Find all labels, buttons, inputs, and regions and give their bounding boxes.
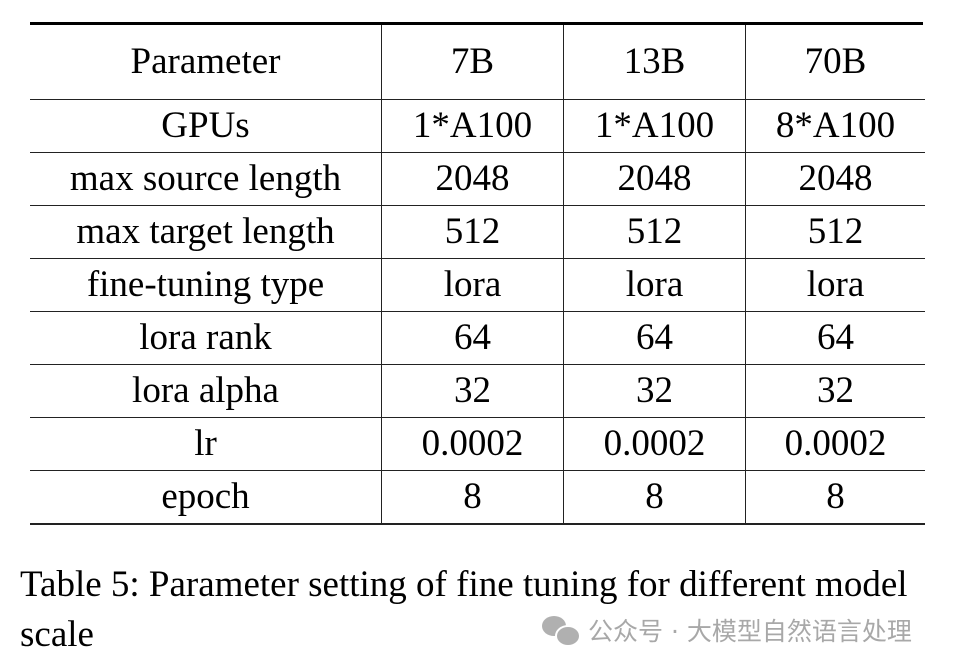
table-row: GPUs 1*A100 1*A100 8*A100: [30, 99, 925, 153]
table-row: epoch 8 8 8: [30, 470, 925, 525]
table-cell: 1*A100: [381, 99, 564, 153]
table-header-row: Parameter 7B 13B 70B: [30, 25, 925, 100]
table-cell: 1*A100: [563, 99, 746, 153]
table-row: max source length 2048 2048 2048: [30, 152, 925, 206]
watermark-text: 公众号 · 大模型自然语言处理: [588, 617, 912, 646]
row-label: lr: [30, 417, 382, 471]
row-label: max source length: [30, 152, 382, 206]
table-cell: 2048: [563, 152, 746, 206]
table-row: lora alpha 32 32 32: [30, 364, 925, 418]
table-cell: 8: [745, 470, 925, 525]
table-cell: 64: [563, 311, 746, 365]
table-cell: 512: [745, 205, 925, 259]
table-row: fine-tuning type lora lora lora: [30, 258, 925, 312]
table-cell: 8: [563, 470, 746, 525]
row-label: max target length: [30, 205, 382, 259]
table-cell: 64: [381, 311, 564, 365]
table-row: lr 0.0002 0.0002 0.0002: [30, 417, 925, 471]
table-cell: 32: [381, 364, 564, 418]
table-cell: 32: [745, 364, 925, 418]
row-label: epoch: [30, 470, 382, 525]
table-cell: 512: [381, 205, 564, 259]
watermark: 公众号 · 大模型自然语言处理: [542, 612, 912, 648]
table-cell: 0.0002: [381, 417, 564, 471]
wechat-icon: [542, 614, 581, 647]
row-label: fine-tuning type: [30, 258, 382, 312]
row-label: GPUs: [30, 99, 382, 153]
table-cell: 8*A100: [745, 99, 925, 153]
table-cell: 2048: [381, 152, 564, 206]
header-cell: 13B: [563, 25, 746, 100]
table-row: lora rank 64 64 64: [30, 311, 925, 365]
table-cell: 0.0002: [745, 417, 925, 471]
table-cell: 512: [563, 205, 746, 259]
table-cell: lora: [563, 258, 746, 312]
table-cell: lora: [381, 258, 564, 312]
table-cell: 2048: [745, 152, 925, 206]
parameter-table: Parameter 7B 13B 70B GPUs 1*A100 1*A100 …: [30, 25, 925, 525]
header-cell: 7B: [381, 25, 564, 100]
header-cell: 70B: [745, 25, 925, 100]
table-cell: 0.0002: [563, 417, 746, 471]
table-cell: 64: [745, 311, 925, 365]
table-row: max target length 512 512 512: [30, 205, 925, 259]
table-cell: 32: [563, 364, 746, 418]
table-cell: 8: [381, 470, 564, 525]
row-label: lora rank: [30, 311, 382, 365]
table-cell: lora: [745, 258, 925, 312]
row-label: lora alpha: [30, 364, 382, 418]
header-cell: Parameter: [130, 41, 281, 82]
